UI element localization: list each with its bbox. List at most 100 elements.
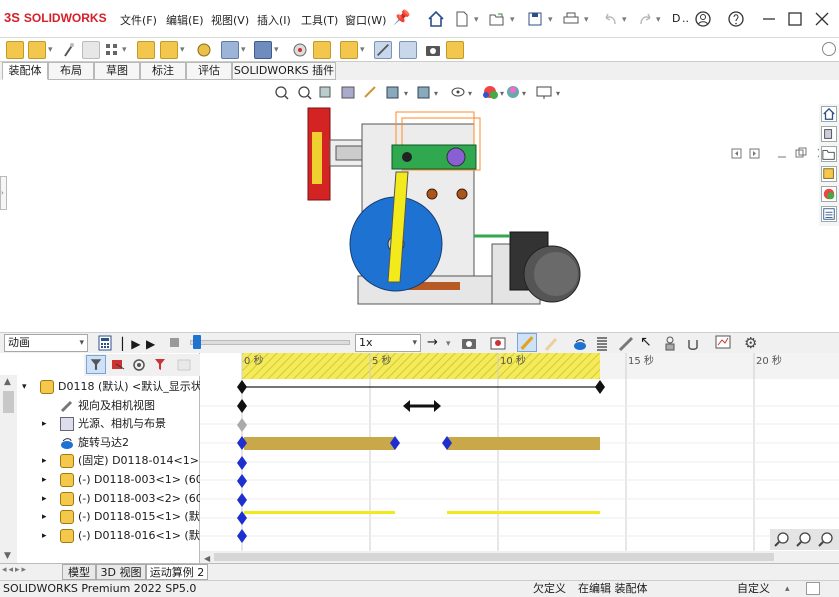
- save-icon[interactable]: [526, 10, 544, 28]
- open-folder-icon[interactable]: [488, 10, 506, 28]
- move-dropdown-icon[interactable]: ▾: [180, 45, 185, 55]
- zoom-in-timeline-icon[interactable]: [774, 531, 790, 547]
- new-motion-study-icon[interactable]: [291, 41, 309, 59]
- insert-dropdown-icon[interactable]: ▾: [48, 45, 53, 55]
- tree-row-component[interactable]: ▸ (-) D0118-003<1> (6006: [0, 471, 200, 489]
- zoom-to-fit-timeline-icon[interactable]: [818, 531, 834, 547]
- tree-expander[interactable]: ▸: [42, 452, 47, 470]
- filter-driving-icon[interactable]: [110, 357, 126, 373]
- exploded-view-icon[interactable]: [340, 41, 358, 59]
- force-icon[interactable]: ↖: [640, 334, 652, 350]
- tree-expander[interactable]: ▸: [42, 527, 47, 545]
- tree-row-component[interactable]: ▸ (-) D0118-003<2> (6006: [0, 490, 200, 508]
- maximize-icon[interactable]: [786, 10, 804, 28]
- status-units[interactable]: 自定义: [737, 581, 770, 596]
- user-initial[interactable]: D: [672, 12, 680, 25]
- scrollbar-thumb[interactable]: [3, 391, 14, 413]
- graphics-area[interactable]: ▾ ▾ ▾ ▾ ▾ ▾ ›: [0, 80, 839, 332]
- help-icon[interactable]: [727, 10, 745, 28]
- undo-icon[interactable]: [602, 10, 620, 28]
- autokey-icon[interactable]: [517, 333, 537, 352]
- playback-mode-dropdown-icon[interactable]: ▾: [446, 339, 451, 349]
- sort-by-name-icon[interactable]: [176, 357, 192, 373]
- move-component-icon[interactable]: [160, 41, 178, 59]
- tab-model[interactable]: 模型: [62, 564, 96, 580]
- tab-3d-views[interactable]: 3D 视图: [96, 564, 146, 580]
- tree-row-component[interactable]: ▸ (-) D0118-015<1> (默认): [0, 508, 200, 526]
- filter-animated-icon[interactable]: [86, 355, 106, 374]
- assembly-model[interactable]: [300, 104, 590, 312]
- update-speedpak-icon[interactable]: [399, 41, 417, 59]
- pin-icon[interactable]: 📌: [393, 10, 410, 26]
- reference-geometry-icon[interactable]: [254, 41, 272, 59]
- results-and-plots-icon[interactable]: [714, 334, 732, 352]
- show-hidden-icon[interactable]: [195, 41, 213, 59]
- instant3d-icon[interactable]: [374, 41, 392, 59]
- gravity-icon[interactable]: [686, 335, 700, 351]
- tab-scroll-arrows[interactable]: ◂◂▸▸: [2, 565, 28, 575]
- menu-window[interactable]: 窗口(W): [345, 12, 386, 28]
- playback-speed-select[interactable]: 1x ▾: [355, 334, 421, 352]
- large-assembly-icon[interactable]: [446, 41, 464, 59]
- linear-pattern-icon[interactable]: [103, 41, 121, 59]
- timeline-area[interactable]: 0 秒 5 秒 10 秒 15 秒 20 秒 ◀: [200, 353, 839, 563]
- tree-expander[interactable]: ▸: [42, 471, 47, 489]
- play-icon[interactable]: ▶: [146, 337, 155, 351]
- tree-row-root[interactable]: ▾ D0118 (默认) <默认_显示状态: [0, 378, 200, 396]
- print-dropdown-icon[interactable]: ▾: [584, 15, 589, 25]
- save-dropdown-icon[interactable]: ▾: [548, 15, 553, 25]
- tree-scrollbar[interactable]: ▲ ▼: [0, 375, 17, 563]
- menu-file[interactable]: 文件(F): [120, 12, 157, 28]
- view-palette-icon[interactable]: [821, 166, 837, 182]
- scroll-down-icon[interactable]: ▼: [4, 551, 11, 561]
- calculate-icon[interactable]: [97, 335, 113, 351]
- smart-fasteners-icon[interactable]: [137, 41, 155, 59]
- motor-icon[interactable]: [572, 336, 588, 352]
- component-preview-icon[interactable]: [82, 41, 100, 59]
- tree-row-rotary-motor[interactable]: 旋转马达2: [0, 434, 200, 452]
- quick-tips-icon[interactable]: [806, 582, 820, 595]
- edit-component-icon[interactable]: [6, 41, 24, 59]
- solidworks-resources-icon[interactable]: [821, 106, 837, 122]
- spring-icon[interactable]: [596, 336, 608, 352]
- reference-dropdown-icon[interactable]: ▾: [274, 45, 279, 55]
- assembly-features-icon[interactable]: [221, 41, 239, 59]
- new-document-icon[interactable]: [453, 10, 471, 28]
- tab-motion-study[interactable]: 运动算例 2: [146, 564, 208, 580]
- tab-assembly[interactable]: 装配体: [2, 62, 48, 80]
- tab-layout[interactable]: 布局: [48, 62, 94, 80]
- tab-solidworks-addins[interactable]: SOLIDWORKS 插件: [232, 62, 336, 80]
- menu-insert[interactable]: 插入(I): [257, 12, 291, 28]
- features-dropdown-icon[interactable]: ▾: [241, 45, 246, 55]
- file-explorer-icon[interactable]: [821, 146, 837, 162]
- timeline-graph[interactable]: 0 秒 5 秒 10 秒 15 秒 20 秒 ◀: [200, 353, 839, 563]
- appearances-icon[interactable]: [821, 186, 837, 202]
- tree-row-component[interactable]: ▸ (固定) D0118-014<1> (默: [0, 452, 200, 470]
- tab-markup[interactable]: 标注: [140, 62, 186, 80]
- pattern-dropdown-icon[interactable]: ▾: [122, 45, 127, 55]
- save-animation-icon[interactable]: [461, 335, 477, 351]
- menu-tools[interactable]: 工具(T): [301, 12, 338, 28]
- account-icon[interactable]: [694, 10, 712, 28]
- filter-results-icon[interactable]: [153, 357, 169, 373]
- new-dropdown-icon[interactable]: ▾: [474, 15, 479, 25]
- playback-slider[interactable]: [190, 340, 350, 345]
- design-library-icon[interactable]: [821, 126, 837, 142]
- close-icon[interactable]: [813, 10, 831, 28]
- tab-sketch[interactable]: 草图: [94, 62, 140, 80]
- motion-study-properties-icon[interactable]: ⚙: [744, 334, 757, 352]
- filter-selected-icon[interactable]: [131, 357, 147, 373]
- insert-components-icon[interactable]: [28, 41, 46, 59]
- menu-edit[interactable]: 编辑(E): [166, 12, 204, 28]
- contact-icon[interactable]: [663, 335, 677, 351]
- print-icon[interactable]: [562, 10, 580, 28]
- take-snapshot-icon[interactable]: [424, 41, 442, 59]
- custom-properties-icon[interactable]: [821, 206, 837, 222]
- animation-wizard-icon[interactable]: [490, 335, 506, 351]
- solidworks-logo[interactable]: 3S SOLIDWORKS: [4, 10, 107, 25]
- tree-expander[interactable]: ▾: [22, 378, 27, 396]
- tree-expander[interactable]: ▸: [42, 490, 47, 508]
- playback-mode-icon[interactable]: →: [427, 335, 438, 350]
- study-type-select[interactable]: 动画 ▾: [4, 334, 88, 352]
- exploded-dropdown-icon[interactable]: ▾: [360, 45, 365, 55]
